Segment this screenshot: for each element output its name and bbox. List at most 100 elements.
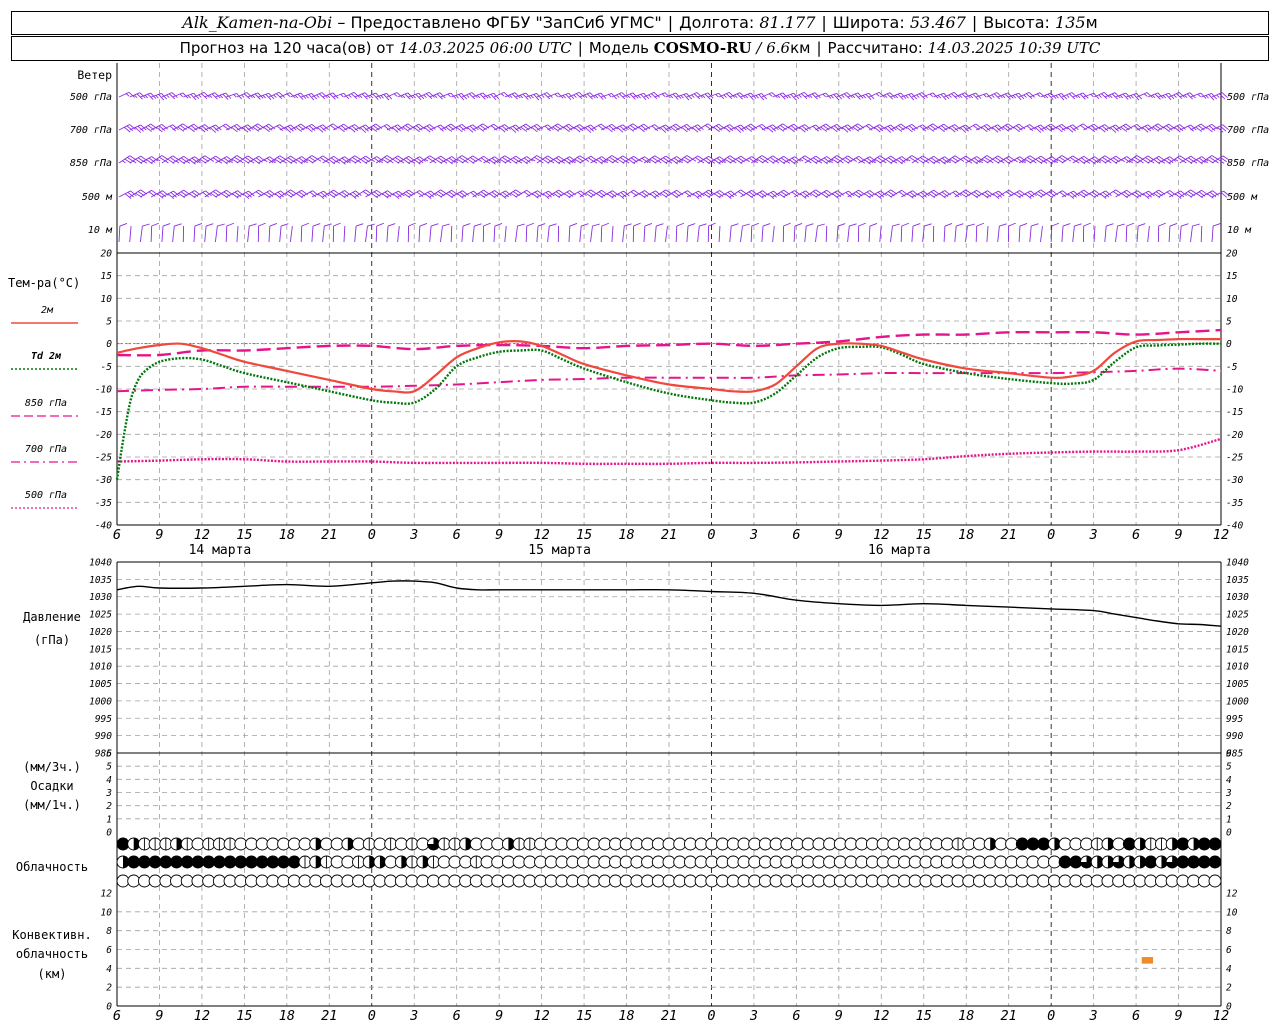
xtick-label-mid: 6 <box>113 527 121 543</box>
pressure-ytick-right: 990 <box>1226 731 1243 742</box>
cloud-symbol <box>748 855 762 869</box>
cloud-symbol <box>1155 855 1168 869</box>
cloud-circle <box>791 855 804 869</box>
cloud-symbol <box>566 855 580 869</box>
barb-feather <box>793 123 801 130</box>
wind-barb <box>804 92 821 100</box>
wind-barb <box>1168 222 1178 243</box>
wind-barb <box>1190 123 1208 132</box>
cloud-symbol <box>1155 874 1168 888</box>
cloud-symbol <box>694 855 708 869</box>
cloud-symbol <box>448 837 462 851</box>
wind-barb <box>943 91 961 100</box>
barb-feather <box>1031 223 1039 227</box>
cloud-symbol <box>459 874 473 888</box>
barb-feather <box>258 222 266 227</box>
barb-staff <box>504 226 507 243</box>
barb-half-feather <box>776 94 781 99</box>
cloud-symbol <box>598 855 612 869</box>
wind-barb <box>172 223 182 243</box>
cloud-symbol <box>1122 855 1136 869</box>
barb-staff <box>525 225 528 243</box>
wind-barb <box>718 91 736 100</box>
wind-level-label-left: 10 м <box>88 225 113 236</box>
barb-feather <box>1104 155 1112 161</box>
cloud-circle <box>287 874 301 888</box>
cloud-symbol <box>887 855 901 869</box>
cloud-symbol <box>1101 837 1115 851</box>
barb-half-feather <box>251 94 256 99</box>
wind-barb <box>258 190 276 199</box>
wind-barb <box>965 92 982 100</box>
wind-barb <box>1072 123 1090 131</box>
temperature-ytick-right: -25 <box>1226 453 1243 464</box>
wind-barb <box>590 189 609 199</box>
wind-barb <box>161 92 178 100</box>
xtick-label-bottom: 18 <box>279 1008 295 1024</box>
cloud-circle <box>651 874 665 888</box>
wind-barb <box>408 92 425 101</box>
cloud-symbol <box>437 837 451 851</box>
cloud-symbol <box>748 874 762 888</box>
cloud-circle <box>309 874 323 888</box>
barb-feather <box>419 222 428 227</box>
barb-half-feather <box>1036 93 1041 97</box>
barb-staff <box>547 226 550 243</box>
wind-barb <box>665 156 684 165</box>
wind-barb <box>954 189 973 198</box>
cloud-symbol <box>405 874 419 888</box>
wind-barb <box>986 92 1003 100</box>
cloud-symbol <box>127 874 141 888</box>
cloud-cover-layer <box>116 837 1222 888</box>
barb-staff <box>836 226 839 243</box>
wind-barb <box>568 222 578 243</box>
temperature-ytick-right: 5 <box>1226 317 1232 328</box>
cloud-circle <box>319 837 333 851</box>
barb-staff <box>943 225 946 243</box>
barb-feather <box>729 155 737 161</box>
barb-feather <box>1137 223 1146 227</box>
barb-half-feather <box>616 94 620 98</box>
barb-feather <box>549 223 557 227</box>
cloud-circle <box>844 874 858 888</box>
cloud-circle <box>919 874 933 888</box>
wind-level-label-right: 500 м <box>1227 192 1258 203</box>
wind-barb <box>279 189 298 198</box>
cloud-symbol <box>1165 855 1179 869</box>
wind-barb <box>697 223 707 243</box>
wind-barb <box>772 189 791 199</box>
cloud-circle <box>1005 855 1019 869</box>
cloud-circle <box>694 855 708 869</box>
barb-feather <box>911 155 919 160</box>
cloud-symbol <box>694 837 708 851</box>
barb-half-feather <box>1066 94 1070 98</box>
cloud-circle <box>566 874 580 888</box>
barb-half-feather <box>466 94 470 98</box>
barb-feather <box>1179 155 1187 161</box>
wind-barb <box>482 222 491 243</box>
wind-barb <box>1018 91 1036 100</box>
cloud-symbol <box>544 837 558 851</box>
wind-barb <box>1040 156 1059 165</box>
cloud-circle <box>683 874 697 888</box>
wind-barb <box>708 190 726 199</box>
wind-barb <box>1190 92 1207 99</box>
barb-staff <box>1179 226 1182 243</box>
barb-feather <box>354 155 362 161</box>
cloud-symbol <box>619 855 633 869</box>
cloud-circle <box>1026 874 1040 888</box>
wind-barb <box>890 189 909 198</box>
wind-barb <box>1104 155 1123 165</box>
wind-barb <box>150 92 167 101</box>
barb-feather <box>954 155 962 161</box>
wind-barb <box>900 222 910 243</box>
cloud-circle <box>823 874 837 888</box>
cloud-symbol <box>287 837 301 851</box>
barb-feather <box>1083 222 1091 227</box>
wind-barb <box>965 223 975 243</box>
cloud-circle <box>801 874 815 888</box>
cloud-symbol <box>469 855 483 869</box>
barb-half-feather <box>594 94 599 99</box>
wind-barb <box>579 189 598 198</box>
cloud-symbol <box>373 855 387 869</box>
